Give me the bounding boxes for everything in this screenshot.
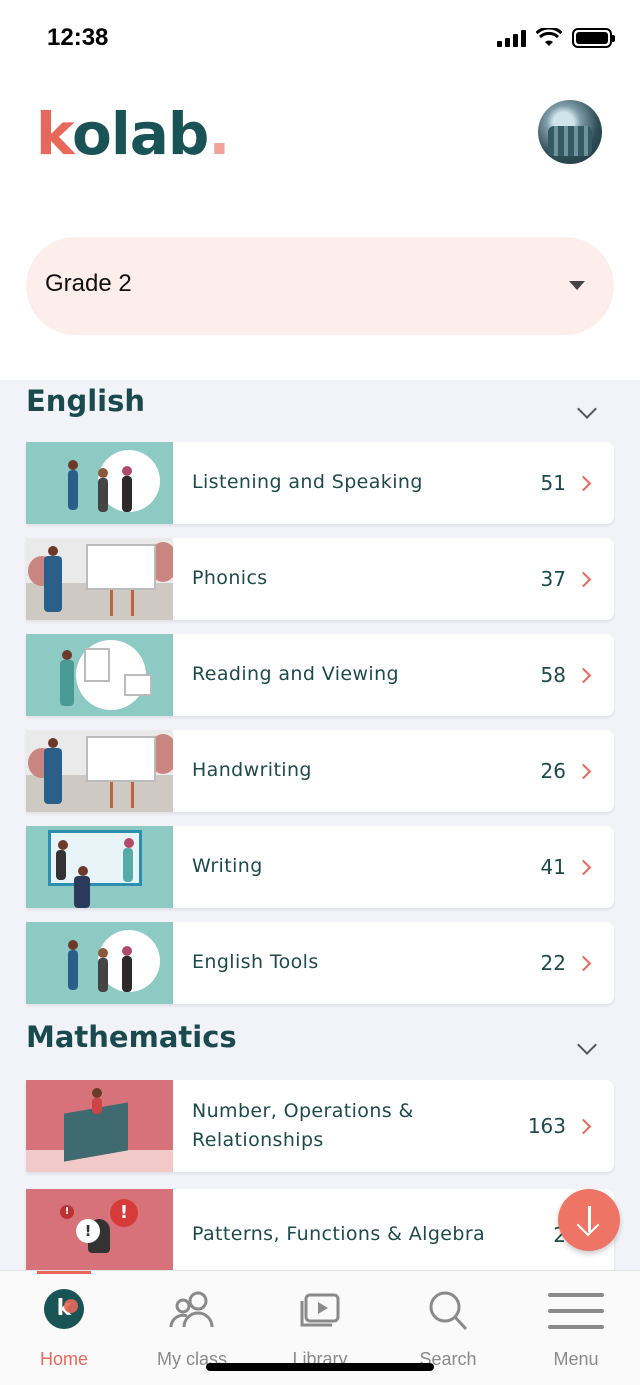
wifi-icon xyxy=(536,28,562,46)
home-indicator xyxy=(206,1363,434,1371)
thumbnail-image xyxy=(26,442,173,524)
section-header-mathematics[interactable]: Mathematics xyxy=(26,1020,614,1070)
thumbnail-image: ! ! ! xyxy=(26,1189,173,1270)
signal-icon xyxy=(497,29,526,47)
thumbnail-image xyxy=(26,922,173,1004)
list-item-label: Number, Operations & Relationships xyxy=(192,1099,414,1151)
tab-menu[interactable]: Menu xyxy=(512,1289,640,1370)
list-item-label: Reading and Viewing xyxy=(192,663,400,686)
battery-icon xyxy=(572,28,615,48)
chevron-right-icon xyxy=(575,763,592,779)
list-item-label: Phonics xyxy=(192,567,268,590)
chevron-down-icon[interactable] xyxy=(577,399,597,419)
thumbnail-image xyxy=(26,730,173,812)
scroll-down-button[interactable] xyxy=(558,1189,620,1251)
thumbnail-image xyxy=(26,634,173,716)
list-item-label: Writing xyxy=(192,855,263,878)
section-title: Mathematics xyxy=(26,1020,237,1054)
thumbnail-image xyxy=(26,826,173,908)
chevron-right-icon xyxy=(575,475,592,491)
status-icons xyxy=(497,28,615,48)
home-logo-icon: k xyxy=(44,1289,84,1329)
section-title: English xyxy=(26,384,146,418)
tab-label: Home xyxy=(39,1349,88,1369)
search-icon xyxy=(429,1291,468,1331)
list-item[interactable]: Phonics 37 xyxy=(26,538,614,620)
list-item-label: Handwriting xyxy=(192,759,312,782)
tab-library[interactable]: Library xyxy=(256,1289,384,1370)
list-item[interactable]: Writing 41 xyxy=(26,826,614,908)
list-item[interactable]: Handwriting 26 xyxy=(26,730,614,812)
chevron-right-icon xyxy=(575,859,592,875)
list-item-count: 58 xyxy=(540,663,566,687)
thumbnail-image xyxy=(26,1080,173,1172)
status-time: 12:38 xyxy=(47,24,109,51)
list-item-count: 41 xyxy=(540,855,566,879)
status-bar: 12:38 xyxy=(0,0,640,80)
list-item-label: Patterns, Functions & Algebra xyxy=(192,1223,486,1246)
tab-label: Menu xyxy=(553,1349,599,1369)
profile-avatar[interactable] xyxy=(538,100,602,164)
chevron-down-icon[interactable] xyxy=(577,1035,597,1055)
list-item[interactable]: Number, Operations & Relationships 163 xyxy=(26,1080,614,1172)
menu-icon xyxy=(548,1293,604,1329)
list-item-label: Listening and Speaking xyxy=(192,471,423,494)
app-header: kolab. xyxy=(0,80,640,220)
list-item[interactable]: ! ! ! Patterns, Functions & Algebra 2 xyxy=(26,1189,614,1270)
tab-my-class[interactable]: My class xyxy=(128,1289,256,1370)
list-item[interactable]: Reading and Viewing 58 xyxy=(26,634,614,716)
list-item-count: 51 xyxy=(540,471,566,495)
subject-list[interactable]: English Listening and Speaking 51 Phonic… xyxy=(0,380,640,1270)
chevron-right-icon xyxy=(575,571,592,587)
caret-down-icon xyxy=(569,281,585,290)
grade-select[interactable]: Grade 2 xyxy=(26,237,614,335)
list-item-count: 163 xyxy=(527,1114,566,1138)
users-icon xyxy=(169,1291,214,1328)
list-item-count: 37 xyxy=(540,567,566,591)
tab-search[interactable]: Search xyxy=(384,1289,512,1370)
thumbnail-image xyxy=(26,538,173,620)
kolab-logo[interactable]: kolab. xyxy=(36,100,230,168)
list-item-count: 22 xyxy=(540,951,566,975)
library-play-icon xyxy=(300,1293,340,1327)
list-item[interactable]: Listening and Speaking 51 xyxy=(26,442,614,524)
chevron-right-icon xyxy=(575,955,592,971)
list-item-label: English Tools xyxy=(192,951,319,974)
chevron-right-icon xyxy=(575,1118,592,1134)
section-header-english[interactable]: English xyxy=(26,384,614,434)
chevron-right-icon xyxy=(575,667,592,683)
tab-home[interactable]: k Home xyxy=(0,1289,128,1370)
active-tab-indicator xyxy=(37,1271,91,1274)
list-item-count: 26 xyxy=(540,759,566,783)
list-item[interactable]: English Tools 22 xyxy=(26,922,614,1004)
grade-select-value: Grade 2 xyxy=(45,270,132,297)
